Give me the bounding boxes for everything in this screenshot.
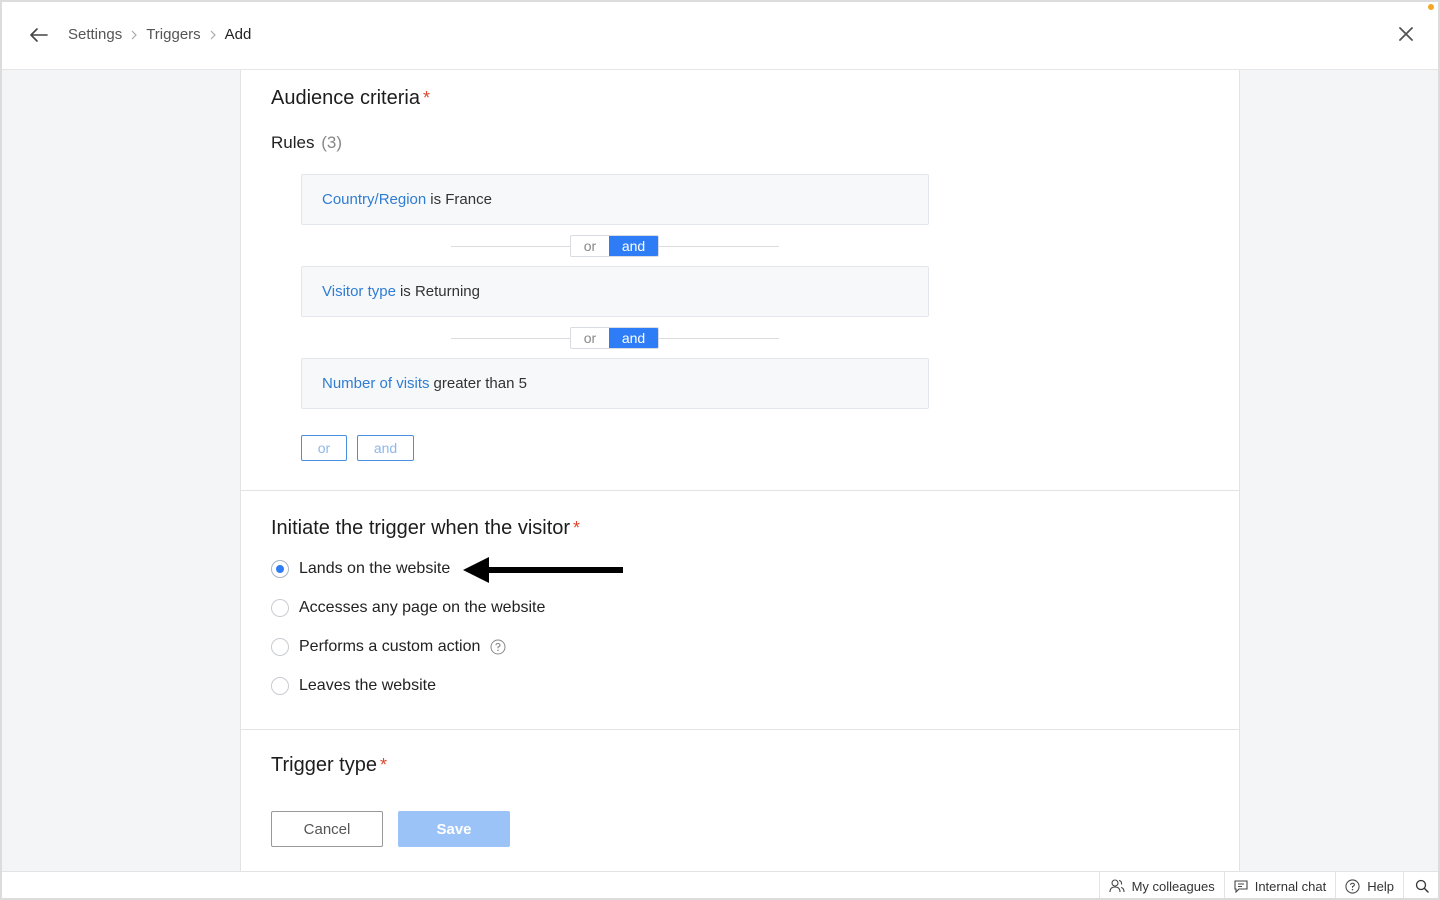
- cancel-button[interactable]: Cancel: [271, 811, 383, 847]
- or-option[interactable]: or: [571, 328, 609, 348]
- help-circle-icon[interactable]: [490, 639, 506, 655]
- rules-label: Rules (3): [271, 133, 342, 153]
- required-mark: *: [379, 755, 387, 775]
- or-option[interactable]: or: [571, 236, 609, 256]
- breadcrumb-add: Add: [224, 26, 252, 43]
- required-mark: *: [573, 518, 581, 538]
- help-label: Help: [1367, 878, 1394, 894]
- rule-item[interactable]: Number of visits greater than 5: [301, 358, 929, 409]
- rule-field[interactable]: Country/Region: [322, 191, 426, 208]
- rule-item[interactable]: Visitor type is Returning: [301, 266, 929, 317]
- rule-field[interactable]: Number of visits: [322, 375, 430, 392]
- radio-label: Performs a custom action: [299, 638, 481, 655]
- initiate-trigger-section: Initiate the trigger when the visitor * L…: [241, 491, 1239, 730]
- and-option[interactable]: and: [609, 236, 658, 256]
- internal-chat-button[interactable]: Internal chat: [1223, 871, 1336, 900]
- radio-leaves-website[interactable]: Leaves the website: [271, 677, 436, 695]
- initiate-title: Initiate the trigger when the visitor: [271, 517, 571, 539]
- chevron-right-icon: [210, 30, 216, 40]
- audience-criteria-section: Audience criteria * Rules (3) Country/Reg…: [241, 70, 1239, 491]
- radio-label: Lands on the website: [299, 560, 451, 577]
- add-or-rule-button[interactable]: or: [301, 435, 347, 461]
- radio-button[interactable]: [271, 677, 289, 695]
- chevron-right-icon: [131, 30, 138, 40]
- required-mark: *: [422, 88, 430, 108]
- colleagues-icon: [1109, 879, 1125, 893]
- help-icon: [1345, 878, 1360, 894]
- close-icon[interactable]: [1396, 24, 1416, 44]
- form-footer: Cancel Save: [241, 785, 1239, 871]
- help-button[interactable]: Help: [1335, 871, 1403, 900]
- section-title: Initiate the trigger when the visitor *: [271, 517, 580, 540]
- and-option[interactable]: and: [609, 328, 658, 348]
- radio-label: Leaves the website: [299, 677, 436, 694]
- form-panel: Audience criteria * Rules (3) Country/Reg…: [240, 70, 1240, 871]
- audience-title: Audience criteria: [271, 87, 420, 109]
- rule-condition: is Returning: [399, 283, 480, 300]
- rules-count: (3): [321, 133, 342, 152]
- rules-label-text: Rules: [271, 133, 315, 152]
- rule-field[interactable]: Visitor type: [322, 283, 396, 300]
- top-header: Settings Triggers Add: [0, 0, 1440, 70]
- rule-condition: greater than 5: [433, 375, 527, 392]
- add-and-rule-button[interactable]: and: [357, 435, 414, 461]
- save-button[interactable]: Save: [398, 811, 510, 847]
- colleagues-label: My colleagues: [1131, 878, 1215, 894]
- section-title: Audience criteria *: [271, 87, 430, 110]
- search-button[interactable]: [1403, 871, 1440, 900]
- chat-icon: [1234, 879, 1248, 893]
- radio-custom-action[interactable]: Performs a custom action: [271, 638, 506, 656]
- my-colleagues-button[interactable]: My colleagues: [1098, 871, 1224, 900]
- search-icon: [1415, 879, 1429, 893]
- breadcrumb-settings[interactable]: Settings: [68, 26, 122, 43]
- chat-label: Internal chat: [1254, 878, 1327, 894]
- radio-lands-on-website[interactable]: Lands on the website: [271, 560, 450, 578]
- breadcrumb-triggers[interactable]: Triggers: [146, 26, 200, 43]
- notification-dot: [1428, 4, 1434, 10]
- radio-accesses-any-page[interactable]: Accesses any page on the website: [271, 599, 545, 617]
- trigger-type-title: Trigger type: [271, 754, 377, 776]
- radio-label: Accesses any page on the website: [299, 599, 546, 616]
- or-and-toggle: or and: [570, 235, 659, 257]
- rule-condition: is France: [430, 191, 492, 208]
- rule-item[interactable]: Country/Region is France: [301, 174, 929, 225]
- rule-connector: or and: [451, 235, 779, 257]
- status-bar: My colleagues Internal chat Help: [0, 871, 1440, 900]
- radio-button[interactable]: [271, 638, 289, 656]
- breadcrumb: Settings Triggers Add: [68, 26, 251, 43]
- radio-button[interactable]: [271, 599, 289, 617]
- back-arrow-icon[interactable]: [28, 24, 50, 46]
- radio-button-checked[interactable]: [271, 560, 289, 578]
- pointer-arrow-icon: [463, 555, 623, 590]
- section-title: Trigger type *: [271, 754, 387, 777]
- rule-connector: or and: [451, 327, 779, 349]
- or-and-toggle: or and: [570, 327, 659, 349]
